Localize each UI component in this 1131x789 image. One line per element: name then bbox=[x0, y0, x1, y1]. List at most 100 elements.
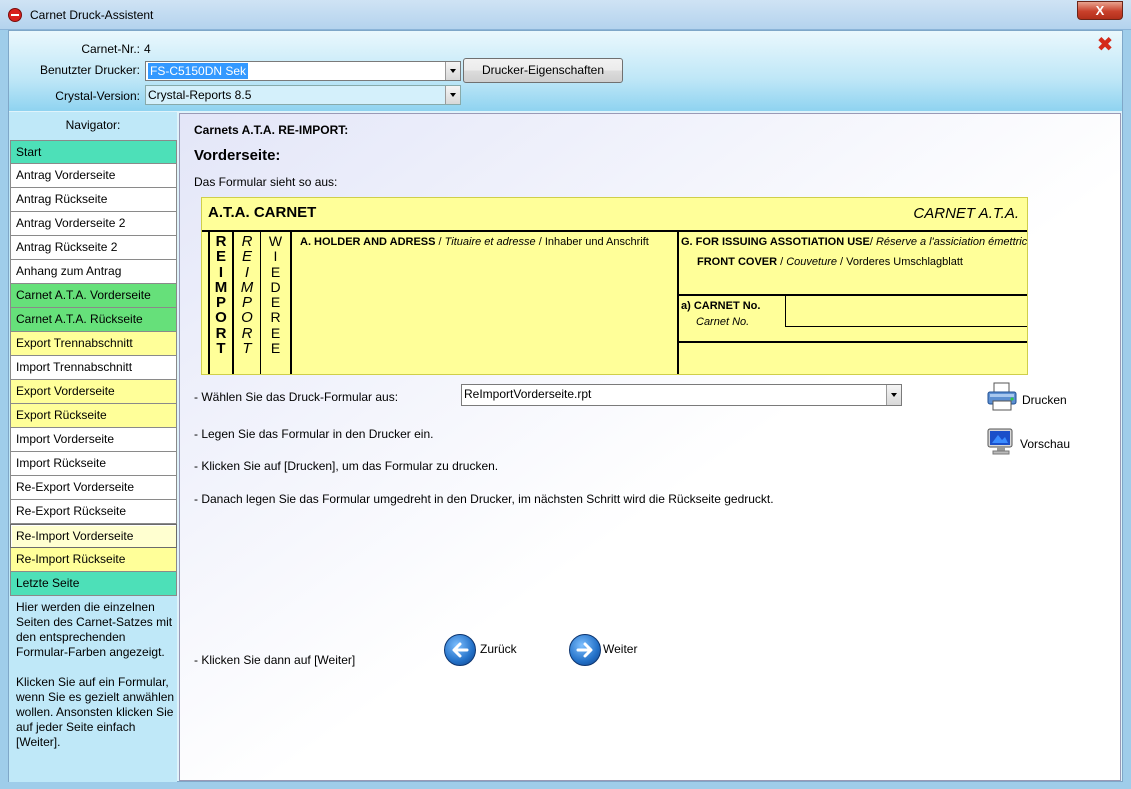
printer-icon bbox=[987, 382, 1017, 411]
front-bold: FRONT COVER bbox=[697, 256, 778, 268]
print-label: Drucken bbox=[1022, 393, 1067, 407]
title-bar: Carnet Druck-Assistent X bbox=[0, 0, 1131, 30]
navigator-help-text: Hier werden die einzelnen Seiten des Car… bbox=[16, 600, 175, 749]
front-plain: Vorderes Umschlagblatt bbox=[846, 256, 963, 268]
print-button[interactable]: Drucken bbox=[986, 382, 1076, 416]
preview-letter: T bbox=[216, 340, 226, 358]
form-preview: A.T.A. CARNET CARNET A.T.A. REIMPORT REI… bbox=[201, 197, 1028, 375]
preview-carnet-no: a) CARNET No. bbox=[681, 300, 760, 312]
navigator-item[interactable]: Export Vorderseite bbox=[10, 380, 177, 404]
crystal-version-value: Crystal-Reports 8.5 bbox=[148, 88, 252, 102]
holder-bold: A. HOLDER AND ADRESS bbox=[300, 236, 436, 248]
preview-letter: R bbox=[241, 324, 253, 342]
arrow-right-icon bbox=[569, 634, 601, 666]
preview-letter: E bbox=[215, 248, 226, 266]
preview-button[interactable]: Vorschau bbox=[986, 427, 1076, 461]
preview-letter: I bbox=[273, 248, 278, 265]
navigator-title: Navigator: bbox=[65, 118, 121, 132]
main-panel: Carnets A.T.A. RE-IMPORT: Vorderseite: D… bbox=[179, 113, 1121, 781]
preview-letter: R bbox=[241, 233, 253, 250]
navigator-item[interactable]: Re-Import Vorderseite bbox=[10, 524, 177, 548]
carnet-no-bold: a) CARNET No. bbox=[681, 300, 761, 312]
back-label: Zurück bbox=[480, 642, 517, 656]
window-close-button[interactable]: X bbox=[1077, 1, 1123, 20]
navigator-item[interactable]: Anhang zum Antrag bbox=[10, 260, 177, 284]
preview-letter: R bbox=[270, 309, 281, 326]
back-button[interactable]: Zurück bbox=[444, 634, 554, 668]
navigator-list: Start Antrag Vorderseite Antrag Rückseite A… bbox=[10, 140, 177, 596]
preview-title: A.T.A. CARNET bbox=[208, 204, 317, 221]
form-select-value: ReImportVorderseite.rpt bbox=[464, 387, 592, 401]
app-icon bbox=[8, 8, 22, 22]
next-button[interactable]: Weiter bbox=[569, 634, 679, 668]
step-insert-form: - Legen Sie das Formular in den Drucker … bbox=[194, 427, 434, 441]
preview-reimport-bold: REIMPORT bbox=[210, 233, 232, 358]
preview-letter: I bbox=[244, 263, 250, 281]
navigator-item[interactable]: Re-Export Rückseite bbox=[10, 500, 177, 524]
preview-rule bbox=[202, 230, 1027, 232]
preview-letter: T bbox=[242, 340, 252, 358]
choose-form-label: - Wählen Sie das Druck-Formular aus: bbox=[194, 390, 399, 404]
navigator-item[interactable]: Export Rückseite bbox=[10, 404, 177, 428]
navigator-item[interactable]: Carnet A.T.A. Vorderseite bbox=[10, 284, 177, 308]
preview-rule bbox=[677, 230, 679, 374]
chevron-down-icon[interactable] bbox=[445, 86, 460, 104]
window-title: Carnet Druck-Assistent bbox=[30, 8, 154, 22]
issuing-italic: Réserve a l'assiciation émettrice bbox=[875, 236, 1028, 248]
preview-letter: W bbox=[268, 233, 283, 249]
chevron-down-icon[interactable] bbox=[445, 62, 460, 80]
holder-sep: / bbox=[435, 236, 445, 248]
navigator-item[interactable]: Import Rückseite bbox=[10, 452, 177, 476]
carnet-nr-label: Carnet-Nr.: bbox=[81, 42, 140, 56]
front-sep: / bbox=[777, 256, 787, 268]
navigator-item[interactable]: Antrag Rückseite 2 bbox=[10, 236, 177, 260]
printer-select[interactable]: FS-C5150DN Sek bbox=[145, 61, 461, 81]
preview-letter: E bbox=[270, 324, 281, 341]
preview-letter: E bbox=[270, 340, 281, 357]
preview-letter: R bbox=[215, 233, 227, 250]
navigator-item[interactable]: Import Vorderseite bbox=[10, 428, 177, 452]
arrow-left-icon bbox=[444, 634, 476, 666]
navigator-item[interactable]: Antrag Rückseite bbox=[10, 188, 177, 212]
close-icon[interactable]: ✖ bbox=[1096, 35, 1114, 55]
page-heading: Carnets A.T.A. RE-IMPORT: bbox=[194, 123, 349, 137]
printer-select-value: FS-C5150DN Sek bbox=[148, 63, 249, 79]
preview-letter: P bbox=[241, 294, 252, 312]
preview-holder-field: A. HOLDER AND ADRESS / Tituaire et adres… bbox=[300, 236, 649, 248]
preview-label: Vorschau bbox=[1020, 437, 1071, 451]
page-description: Das Formular sieht so aus: bbox=[194, 175, 338, 189]
navigator-item[interactable]: Re-Export Vorderseite bbox=[10, 476, 177, 500]
preview-rule bbox=[785, 294, 786, 326]
holder-italic: Tituaire et adresse bbox=[444, 236, 536, 248]
navigator-item[interactable]: Re-Import Rückseite bbox=[10, 548, 177, 572]
preview-letter: D bbox=[270, 278, 281, 295]
navigator-item[interactable]: Letzte Seite bbox=[10, 572, 177, 596]
navigator-item[interactable]: Export Trennabschnitt bbox=[10, 332, 177, 356]
navigator-item[interactable]: Start bbox=[10, 140, 177, 164]
navigator-item[interactable]: Carnet A.T.A. Rückseite bbox=[10, 308, 177, 332]
preview-title-right: CARNET A.T.A. bbox=[913, 205, 1019, 222]
navigator-item[interactable]: Antrag Vorderseite bbox=[10, 164, 177, 188]
preview-rule bbox=[677, 294, 1027, 296]
preview-rule bbox=[290, 230, 292, 374]
navigator-item[interactable]: Antrag Vorderseite 2 bbox=[10, 212, 177, 236]
preview-reimport-italic: REIMPORT bbox=[234, 233, 260, 358]
step-click-print: - Klicken Sie auf [Drucken], um das Form… bbox=[194, 459, 499, 473]
carnet-no-italic: Carnet No. bbox=[696, 316, 750, 328]
window-client: Carnet-Nr.: 4 Benutzter Drucker: FS-C515… bbox=[8, 30, 1123, 782]
chevron-down-icon[interactable] bbox=[886, 385, 901, 405]
printer-properties-button[interactable]: Drucker-Eigenschaften bbox=[463, 58, 623, 83]
crystal-version-select[interactable]: Crystal-Reports 8.5 bbox=[145, 85, 461, 105]
page-subheading: Vorderseite: bbox=[194, 147, 281, 164]
navigator-panel: Navigator: Start Antrag Vorderseite Antrag… bbox=[9, 112, 177, 782]
preview-letter: P bbox=[215, 294, 226, 312]
navigator-item[interactable]: Import Trennabschnitt bbox=[10, 356, 177, 380]
preview-letter: E bbox=[270, 263, 281, 280]
preview-letter: E bbox=[241, 248, 252, 266]
header-panel: Carnet-Nr.: 4 Benutzter Drucker: FS-C515… bbox=[9, 31, 1122, 111]
preview-letter: E bbox=[270, 294, 281, 311]
preview-letter: R bbox=[215, 324, 227, 342]
preview-letter: M bbox=[240, 278, 254, 296]
form-select[interactable]: ReImportVorderseite.rpt bbox=[461, 384, 902, 406]
preview-rule bbox=[677, 341, 1027, 343]
